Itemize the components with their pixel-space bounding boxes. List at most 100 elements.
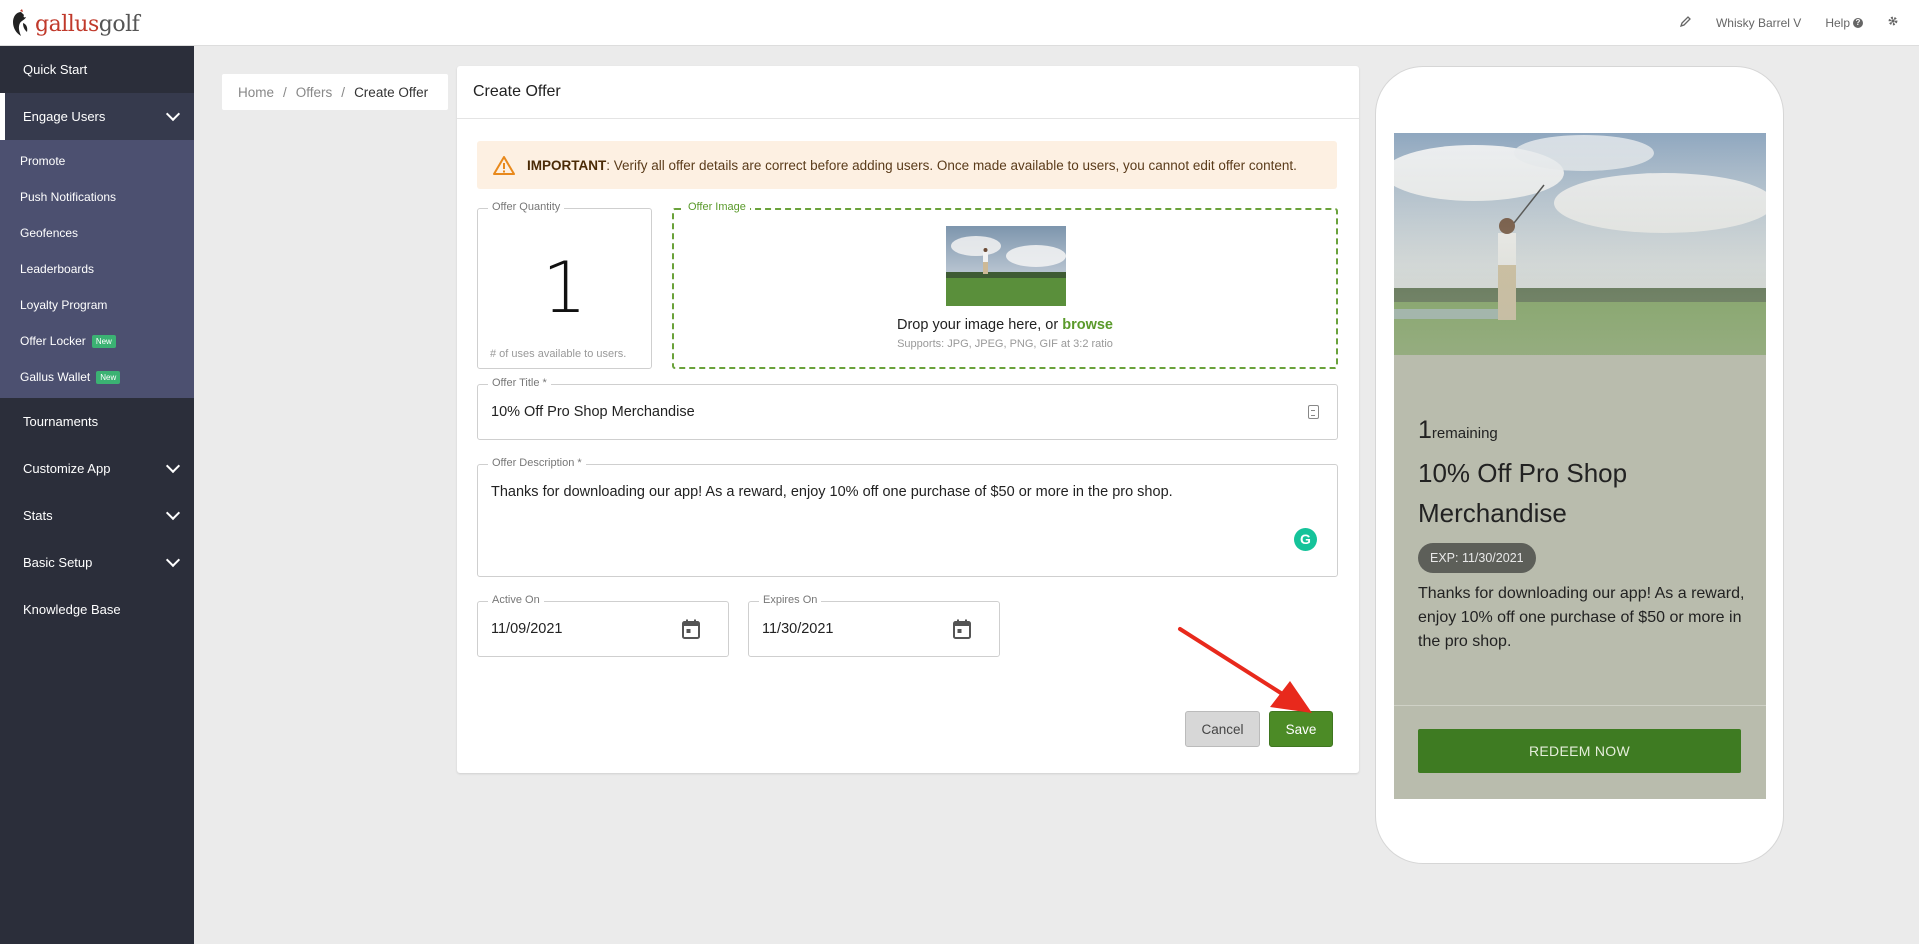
gallus-golf-logo[interactable]: gallusgolf [9,9,140,39]
remaining-count: 1remaining [1418,416,1498,445]
breadcrumb-offers[interactable]: Offers [296,85,333,100]
sidebar-item-quick-start[interactable]: Quick Start [0,46,194,93]
calendar-icon[interactable] [953,619,971,639]
chevron-down-icon [165,552,181,568]
active-on-label: Active On [488,594,544,606]
phone-screen: 1remaining 10% Off Pro Shop Merchandise … [1394,133,1766,799]
drop-text: Drop your image here, or [897,317,1063,333]
sidebar-item-label: Knowledge Base [23,602,121,617]
sidebar-item-customize-app[interactable]: Customize App [0,445,194,492]
breadcrumb-separator: / [283,84,287,100]
redeem-now-button[interactable]: REDEEM NOW [1418,729,1741,773]
sidebar-item-gallus-wallet[interactable]: Gallus Wallet New [0,359,194,395]
preview-offer-description: Thanks for downloading our app! As a rew… [1418,585,1745,650]
important-alert: IMPORTANT: Verify all offer details are … [477,141,1337,189]
offer-quantity-field[interactable]: Offer Quantity 1 # of uses available to … [477,201,652,369]
offer-title-field[interactable]: Offer Title * 10% Off Pro Shop Merchandi… [477,377,1338,440]
sidebar-item-loyalty-program[interactable]: Loyalty Program [0,287,194,323]
logo-word-golf: golf [98,11,140,37]
sidebar-item-leaderboards[interactable]: Leaderboards [0,251,194,287]
alert-strong: IMPORTANT [527,157,607,173]
offer-image-thumbnail [946,226,1066,306]
gear-icon[interactable] [1887,15,1899,30]
new-badge: New [91,334,116,348]
question-circle-icon: ? [1853,17,1863,28]
drop-instructions: Drop your image here, or browse [674,317,1336,333]
grammarly-icon[interactable]: G [1294,528,1317,551]
offer-description-label: Offer Description * [488,457,586,469]
active-on-field[interactable]: Active On 11/09/2021 [477,594,729,657]
phone-preview: 1remaining 10% Off Pro Shop Merchandise … [1375,66,1784,864]
top-right-controls: Whisky Barrel V Help? [1656,15,1899,30]
remaining-number: 1 [1418,416,1432,444]
offer-title-input[interactable]: 10% Off Pro Shop Merchandise [491,404,695,420]
logo-text: gallusgolf [35,11,140,37]
supported-formats: Supports: JPG, JPEG, PNG, GIF at 3:2 rat… [897,338,1113,350]
chevron-down-icon [165,458,181,474]
sidebar-item-basic-setup[interactable]: Basic Setup [0,539,194,586]
sidebar-item-label: Leaderboards [20,262,95,276]
browse-link[interactable]: browse [1062,317,1113,333]
chevron-down-icon [165,505,181,521]
sidebar-item-label: Tournaments [23,414,99,429]
top-bar: gallusgolf Whisky Barrel V Help? [0,0,1919,46]
alert-body: : Verify all offer details are correct b… [606,157,1297,173]
breadcrumb: Home / Offers / Create Offer [222,74,448,110]
offer-hero-image [1394,133,1766,355]
calendar-icon[interactable] [682,619,700,639]
sidebar-item-stats[interactable]: Stats [0,492,194,539]
chevron-down-icon [165,106,181,122]
sidebar-item-engage-users[interactable]: Engage Users [0,93,194,140]
help-label: Help [1825,15,1850,30]
offer-image-dropzone[interactable]: Offer Image Drop your image here, or bro… [672,201,1338,369]
sidebar-item-label: Offer Locker [20,334,86,348]
sidebar-item-label: Quick Start [23,62,88,77]
expires-on-field[interactable]: Expires On 11/30/2021 [748,594,1000,657]
offer-quantity-value[interactable]: 1 [478,247,651,329]
sidebar-item-tournaments[interactable]: Tournaments [0,398,194,445]
preview-divider [1394,705,1766,706]
sidebar-item-label: Geofences [20,226,79,240]
offer-description-input[interactable]: Thanks for downloading our app! As a rew… [491,484,1173,500]
red-arrow-annotation [1178,627,1312,713]
sidebar-item-knowledge-base[interactable]: Knowledge Base [0,586,194,633]
expires-on-label: Expires On [759,594,822,606]
offer-quantity-label: Offer Quantity [488,201,565,213]
offer-title-label: Offer Title * [488,377,551,389]
engage-users-submenu: Promote Push Notifications Geofences Lea… [0,140,194,398]
active-on-input[interactable]: 11/09/2021 [491,621,563,637]
offer-description-field[interactable]: Offer Description * Thanks for downloadi… [477,457,1338,577]
help-link[interactable]: Help? [1825,16,1863,30]
sidebar: Quick Start Engage Users Promote Push No… [0,46,194,944]
course-selector[interactable]: Whisky Barrel V [1716,16,1801,30]
sidebar-item-label: Customize App [23,461,111,476]
offer-quantity-help: # of uses available to users. [490,348,627,360]
new-badge: New [96,370,121,384]
sidebar-item-label: Stats [23,508,53,523]
expires-on-input[interactable]: 11/30/2021 [762,621,834,637]
breadcrumb-home[interactable]: Home [238,85,274,100]
remaining-label: remaining [1431,425,1498,442]
sidebar-item-push-notifications[interactable]: Push Notifications [0,179,194,215]
page-title: Create Offer [457,66,1359,119]
logo-word-gallus: gallus [35,11,99,37]
pencil-icon[interactable] [1679,15,1692,30]
sidebar-item-offer-locker[interactable]: Offer Locker New [0,323,194,359]
preview-offer-title: 10% Off Pro Shop Merchandise [1418,458,1628,528]
sidebar-item-label: Loyalty Program [20,298,108,312]
alert-text: IMPORTANT: Verify all offer details are … [527,158,1297,173]
sidebar-item-label: Push Notifications [20,190,117,204]
breadcrumb-separator: / [341,84,346,100]
sidebar-item-label: Engage Users [23,109,106,124]
expiry-badge: EXP: 11/30/2021 [1418,543,1536,573]
sidebar-item-promote[interactable]: Promote [0,143,194,179]
sidebar-item-label: Promote [20,154,66,168]
sidebar-item-label: Basic Setup [23,555,93,570]
warning-triangle-icon [493,156,515,175]
offer-image-label: Offer Image [684,201,750,213]
rooster-icon [13,9,28,36]
clipboard-icon[interactable] [1308,405,1319,419]
sidebar-item-label: Gallus Wallet [20,370,91,384]
breadcrumb-current: Create Offer [354,84,429,100]
sidebar-item-geofences[interactable]: Geofences [0,215,194,251]
